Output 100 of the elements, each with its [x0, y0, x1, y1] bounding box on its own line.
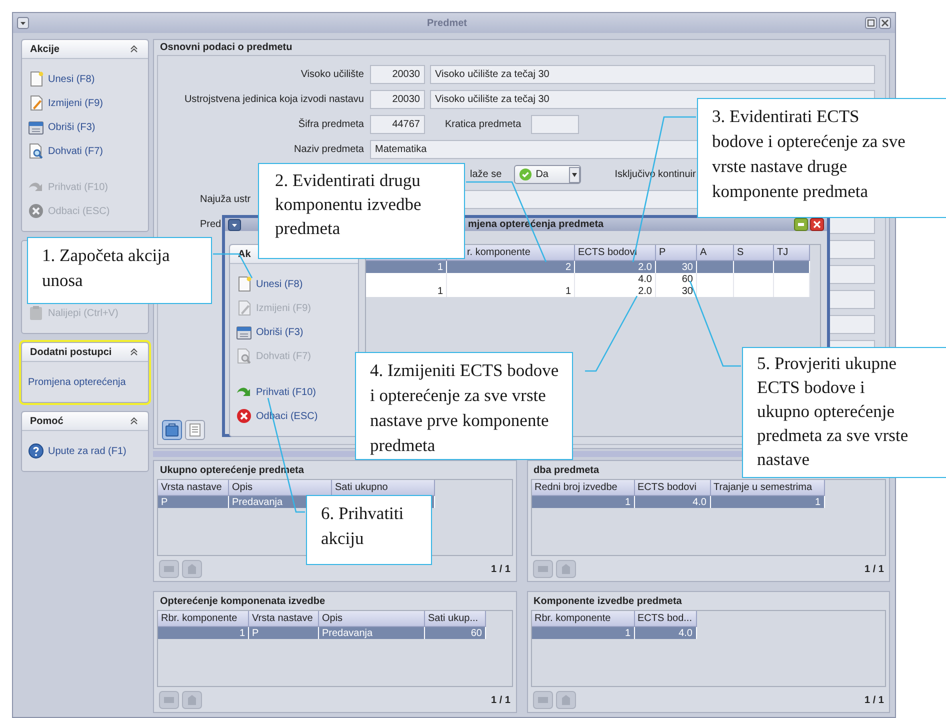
page-indicator: 1 / 1 [491, 564, 510, 574]
document-icon [28, 71, 44, 87]
column-header[interactable]: Rbr. komponente [532, 611, 634, 626]
action-button[interactable]: Unesi (F8) [28, 67, 144, 91]
panel-title: Dodatni postupci [30, 346, 112, 358]
column-header[interactable]: Opis [228, 480, 332, 496]
table-cell: 1 [710, 496, 824, 508]
page-indicator: 1 / 1 [864, 564, 884, 574]
pencil-icon [28, 95, 44, 111]
list-view-icon [187, 422, 203, 438]
table-cell: 1 [532, 496, 634, 508]
column-header[interactable]: ECTS bodovi [634, 480, 710, 496]
callout-tooltip: 4. Izmijeniti ECTS bodove i opterećenje za sve vrste nastave prve komponente predmeta [355, 352, 573, 460]
panel-title: Osnovni podaci o predmetu [159, 41, 294, 55]
table-cell: 1 [532, 626, 634, 639]
input-field[interactable] [531, 115, 580, 134]
field-label: Najuža ustr [200, 194, 251, 205]
menu-button[interactable] [228, 218, 241, 230]
table-cell: 2.0 [574, 285, 656, 297]
callout-tooltip: 2. Evidentirati drugu komponentu izvedbe predmeta [258, 163, 465, 259]
window-title: Predmet [426, 18, 468, 28]
input-field[interactable]: 20030 [370, 90, 425, 109]
input-field[interactable]: 20030 [370, 65, 425, 84]
cancel-icon [28, 203, 44, 219]
column-header[interactable]: TJ [774, 245, 810, 260]
callout-tooltip: 5. Provjeriti ukupne ECTS bodove i ukupno opterećenje predmeta za sve vrste nastave [742, 347, 946, 478]
table-cell: 30 [656, 285, 696, 297]
panel-title: Komponente izvedbe predmeta [534, 596, 682, 607]
field-label: Ustrojstvena jedinica koja izvodi nastavu [183, 94, 365, 105]
form-view-icon [164, 422, 180, 438]
field-label: Pred [200, 219, 222, 230]
column-header[interactable]: Rbr. komponente [158, 611, 248, 626]
column-header[interactable]: Vrsta nastave [158, 480, 228, 496]
collapse-icon[interactable] [130, 417, 138, 425]
panel-title: Ak [238, 248, 251, 260]
panel-header[interactable]: Pomoć [22, 412, 148, 431]
panel-title: Opterećenje komponenata izvedbe [160, 596, 326, 607]
cancel-icon [236, 408, 252, 424]
document-icon [236, 276, 252, 292]
table-cell: P [248, 626, 318, 639]
table-row[interactable]: 1 4.0 1 [532, 496, 824, 508]
column-header[interactable]: Redni broj izvedbe [532, 480, 634, 496]
table-cell: 4.0 [634, 496, 710, 508]
column-header[interactable]: Sati ukupno [332, 480, 434, 496]
column-header[interactable]: S [734, 245, 774, 260]
action-button[interactable]: Unesi (F8) [236, 272, 354, 296]
column-header[interactable]: Vrsta nastave [248, 611, 318, 626]
callout-tooltip: 3. Evidentirati ECTS bodove i opterećenje za sve vrste nastave druge komponente predmeta [697, 98, 946, 218]
page-indicator: 1 / 1 [864, 694, 884, 706]
calendar-icon [236, 324, 252, 340]
minimize-button[interactable] [794, 218, 808, 231]
collapse-icon[interactable] [130, 45, 138, 53]
table-row[interactable]: 1 P Predavanja 60 [158, 626, 486, 639]
table-cell: 1 [158, 626, 248, 639]
action-button[interactable]: Obriši (F3) [28, 115, 144, 139]
table-cell: 60 [424, 626, 486, 639]
panel-header[interactable]: Dodatni postupci [22, 343, 148, 362]
action-button[interactable]: Prihvati (F10) [236, 380, 354, 404]
table-cell: 30 [656, 260, 696, 273]
action-button[interactable]: Upute za rad (F1) [28, 439, 144, 463]
table-cell: 4.0 [574, 273, 656, 285]
column-header[interactable]: Opis [318, 611, 424, 626]
pencil-icon [236, 300, 252, 316]
table-row[interactable]: 1 1 2.0 30 [366, 285, 810, 297]
callout-tooltip: 1. Započeta akcija unosa [27, 237, 212, 304]
table-cell: 1 [366, 285, 446, 297]
column-header[interactable]: Sati ukup... [424, 611, 486, 626]
action-button[interactable]: Promjena opterećenja [28, 370, 144, 394]
column-header[interactable]: Trajanje u semestrima [710, 480, 824, 496]
table-cell: 2 [446, 260, 574, 273]
caret-icon[interactable] [568, 166, 580, 182]
close-button[interactable] [879, 17, 891, 29]
column-header[interactable]: A [696, 245, 734, 260]
panel-title: Akcije [30, 44, 60, 54]
column-header[interactable]: P [656, 245, 696, 260]
field-label: Naziv predmeta [292, 144, 365, 155]
clipboard-icon [28, 305, 44, 321]
table-row[interactable]: 4.0 60 [366, 273, 810, 285]
action-button[interactable]: Dohvati (F7) [28, 139, 144, 163]
dropdown[interactable]: Da [514, 165, 581, 184]
table-row[interactable]: 1 2 2.0 30 [366, 260, 810, 273]
collapse-icon[interactable] [130, 348, 138, 356]
menu-button[interactable] [17, 17, 29, 29]
close-button[interactable] [810, 218, 824, 231]
view-button[interactable] [185, 420, 205, 440]
input-field[interactable]: Visoko učilište za tečaj 30 [430, 65, 875, 84]
input-field[interactable]: 44767 [370, 115, 425, 134]
view-button[interactable] [162, 420, 182, 440]
panel-header[interactable]: Akcije [22, 40, 148, 59]
table-cell: 60 [656, 273, 696, 285]
panel-title: Pomoć [30, 416, 64, 426]
column-header[interactable]: ECTS bod... [634, 611, 696, 626]
field-label: Visoko učilište [300, 69, 365, 80]
field-label: laže se [470, 169, 502, 180]
table-cell: 4.0 [634, 626, 696, 639]
action-button[interactable]: Obriši (F3) [236, 320, 354, 344]
table-row[interactable]: 1 4.0 [532, 626, 696, 639]
callout-tooltip: 6. Prihvatiti akciju [306, 495, 432, 565]
action-button[interactable]: Izmijeni (F9) [28, 91, 144, 115]
maximize-button[interactable] [865, 17, 877, 29]
